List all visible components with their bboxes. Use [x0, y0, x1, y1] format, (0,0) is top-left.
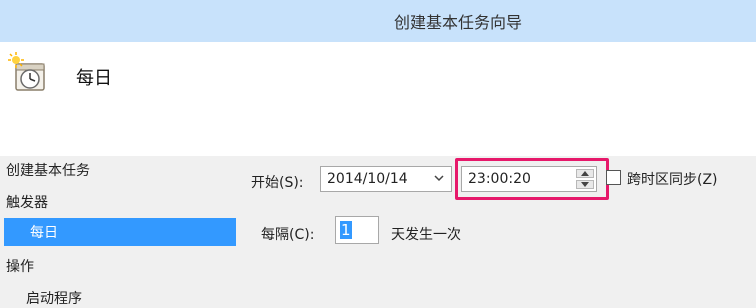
interval-input[interactable]: 1	[335, 216, 379, 244]
interval-label: 每隔(C):	[261, 227, 315, 243]
time-highlight-box	[455, 158, 609, 200]
interval-suffix: 天发生一次	[391, 227, 461, 243]
calendar-clock-icon	[6, 50, 50, 94]
sidebar-item-daily[interactable]: 每日	[4, 218, 236, 246]
start-date-value: 2014/10/14	[327, 171, 408, 187]
window-title: 创建基本任务向导	[393, 13, 522, 32]
sidebar-item-trigger[interactable]: 触发器	[6, 192, 48, 212]
sync-timezone-checkbox[interactable]	[606, 170, 621, 185]
sidebar-item-action[interactable]: 操作	[6, 256, 34, 276]
interval-value: 1	[340, 221, 352, 239]
chevron-down-icon[interactable]	[433, 172, 445, 184]
start-date-picker[interactable]: 2014/10/14	[320, 166, 452, 192]
sync-timezone-label[interactable]: 跨时区同步(Z)	[627, 169, 718, 189]
sidebar-item-start-program[interactable]: 启动程序	[26, 288, 82, 308]
title-bar: 创建基本任务向导	[0, 0, 756, 42]
page-heading: 每日	[76, 68, 112, 89]
sidebar-item-create-basic-task[interactable]: 创建基本任务	[6, 160, 90, 180]
start-label: 开始(S):	[251, 175, 304, 191]
trigger-form: 开始(S): 2014/10/14 23:00:20 跨时区同步(Z) 每隔(C…	[245, 156, 756, 308]
wizard-header: 每日	[0, 42, 756, 156]
wizard-steps-sidebar: 创建基本任务 触发器 每日 操作 启动程序	[0, 156, 245, 308]
